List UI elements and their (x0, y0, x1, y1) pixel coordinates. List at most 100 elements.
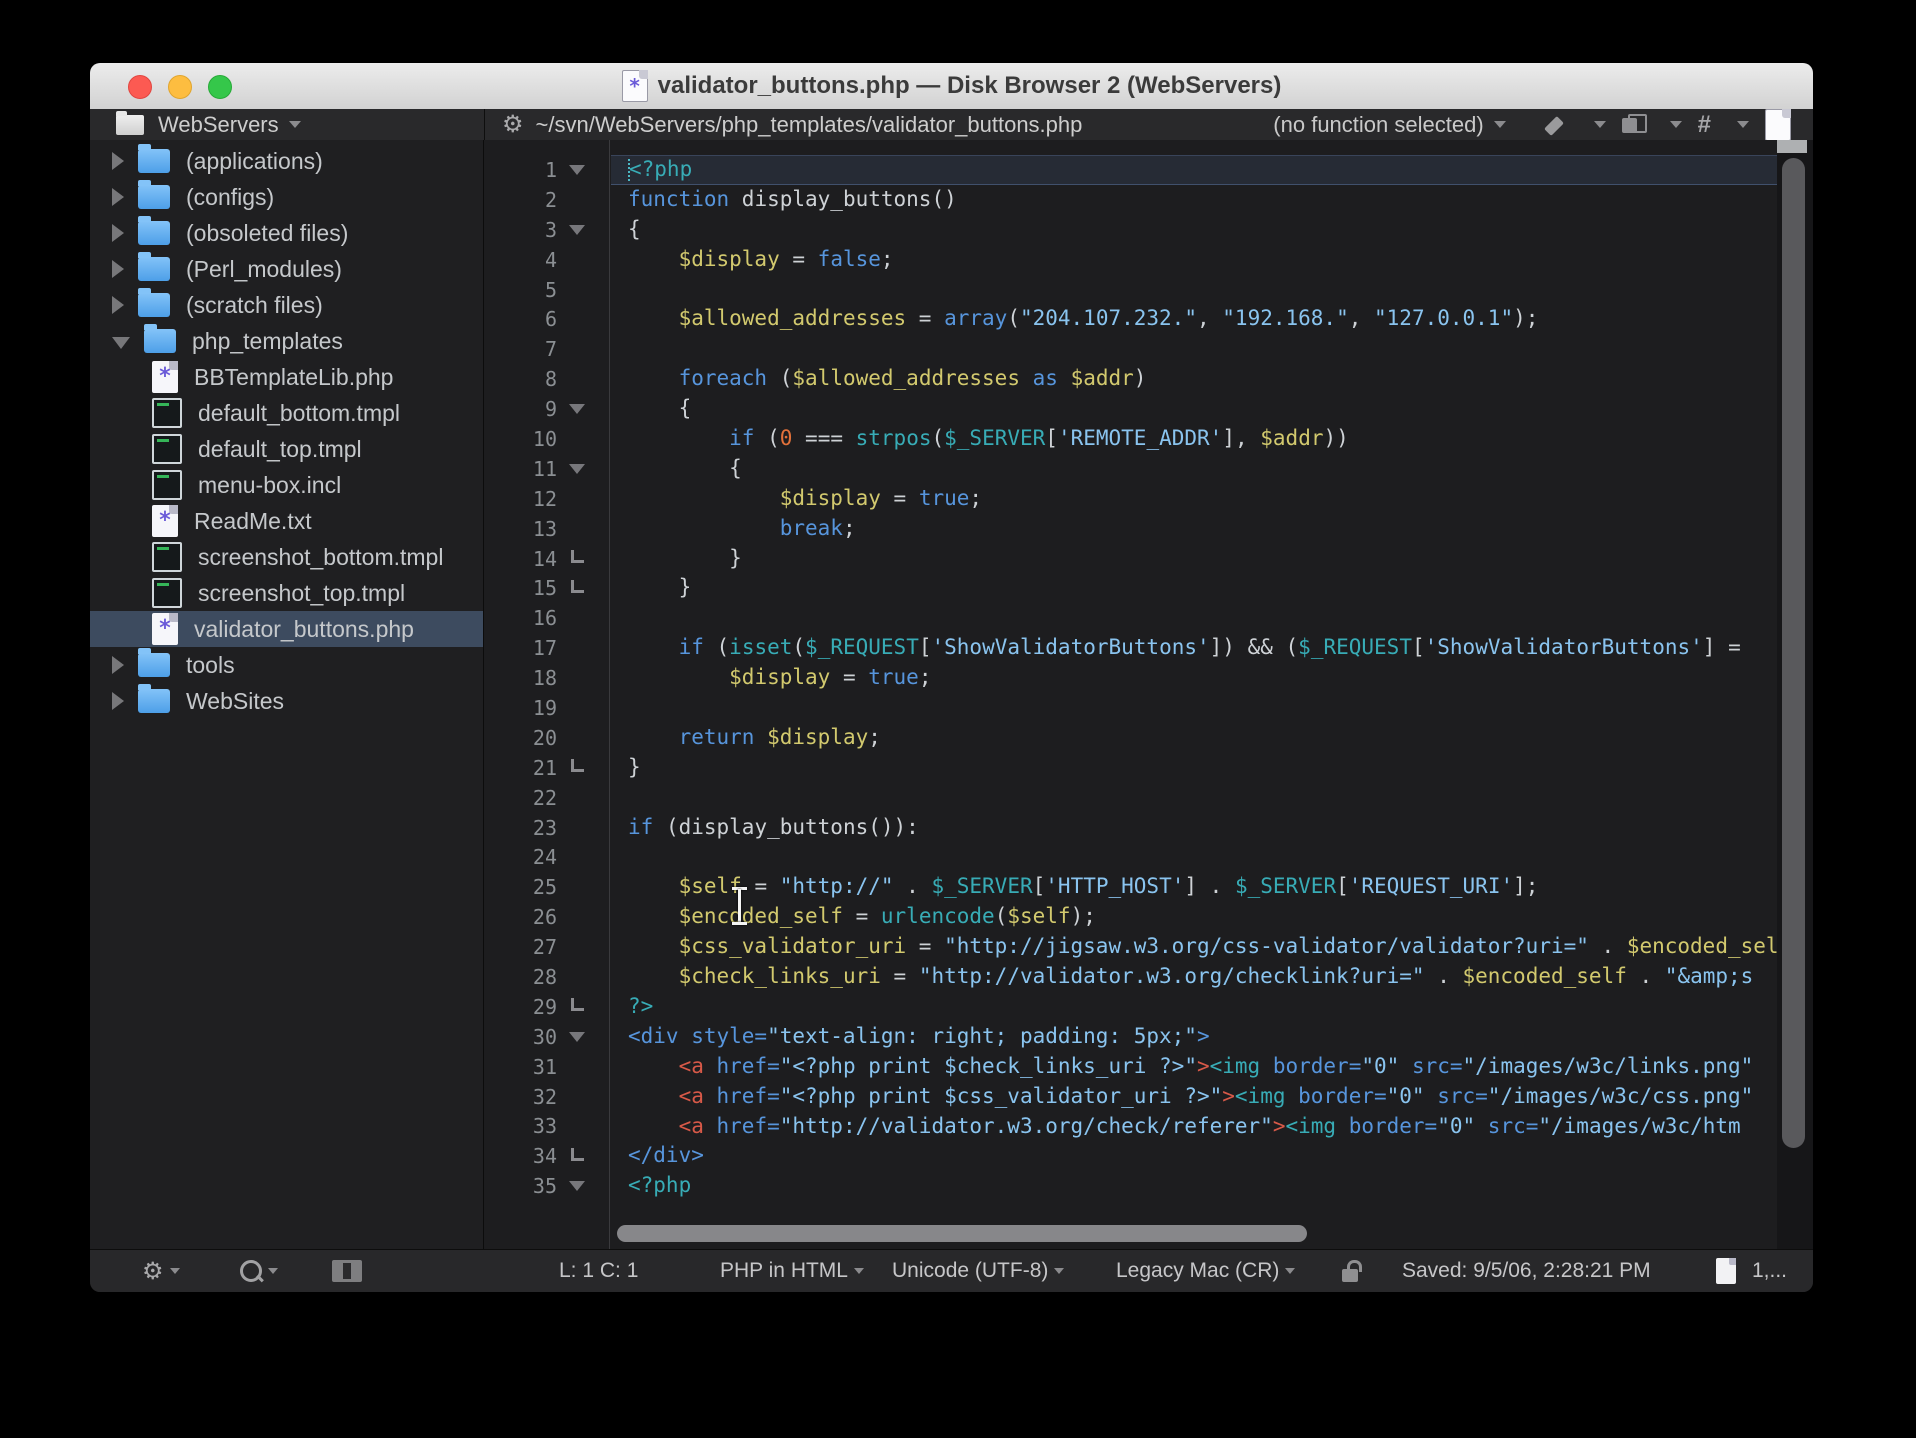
chevron-down-icon[interactable] (1594, 121, 1606, 128)
tree-item-php-templates[interactable]: php_templates (90, 323, 483, 359)
template-file-icon (152, 434, 182, 464)
code-line-28[interactable]: $check_links_uri = "http://validator.w3.… (611, 962, 1777, 992)
tree-item-label: screenshot_top.tmpl (198, 580, 405, 607)
code-line-17[interactable]: if (isset($_REQUEST['ShowValidatorButton… (611, 633, 1777, 663)
documents-stack-icon[interactable] (1622, 114, 1644, 136)
code-line-27[interactable]: $css_validator_uri = "http://jigsaw.w3.o… (611, 932, 1777, 962)
disclosure-triangle-icon[interactable] (112, 188, 124, 206)
code-line-15[interactable]: } (611, 573, 1777, 603)
chevron-down-icon (1494, 121, 1506, 128)
tree-item--applications-[interactable]: (applications) (90, 143, 483, 179)
status-gear-menu[interactable]: ⚙ (142, 1250, 180, 1292)
line-number: 6 (485, 307, 557, 331)
tree-item-screenshot-bottom-tmpl[interactable]: screenshot_bottom.tmpl (90, 539, 483, 575)
code-line-25[interactable]: $self = "http://" . $_SERVER['HTTP_HOST'… (611, 872, 1777, 902)
code-line-33[interactable]: <a href="http://validator.w3.org/check/r… (611, 1112, 1777, 1142)
function-selector[interactable]: (no function selected) (1273, 112, 1505, 138)
tree-item-default-bottom-tmpl[interactable]: default_bottom.tmpl (90, 395, 483, 431)
code-line-35[interactable]: <?php (611, 1171, 1777, 1201)
app-window: * validator_buttons.php — Disk Browser 2… (90, 63, 1813, 1292)
code-line-29[interactable]: ?> (611, 992, 1777, 1022)
fold-open-icon[interactable] (569, 225, 585, 235)
fold-open-icon[interactable] (569, 165, 585, 175)
tree-item-websites[interactable]: WebSites (90, 683, 483, 719)
gear-icon[interactable]: ⚙ (502, 110, 524, 139)
code-line-30[interactable]: <div style="text-align: right; padding: … (611, 1022, 1777, 1052)
disclosure-triangle-icon[interactable] (112, 337, 130, 349)
tree-item-readme-txt[interactable]: *ReadMe.txt (90, 503, 483, 539)
code-line-21[interactable]: } (611, 753, 1777, 783)
code-line-20[interactable]: return $display; (611, 723, 1777, 753)
tree-item-menu-box-incl[interactable]: menu-box.incl (90, 467, 483, 503)
chevron-down-icon[interactable] (1737, 121, 1749, 128)
disclosure-triangle-icon[interactable] (112, 224, 124, 242)
tree-item--scratch-files-[interactable]: (scratch files) (90, 287, 483, 323)
chevron-down-icon[interactable] (1670, 121, 1682, 128)
code-line-5[interactable] (611, 275, 1777, 305)
tree-item--perl-modules-[interactable]: (Perl_modules) (90, 251, 483, 287)
document-proxy-icon[interactable]: * (622, 70, 648, 102)
tree-item--obsoleted-files-[interactable]: (obsoleted files) (90, 215, 483, 251)
gutter-row: 21 (485, 753, 609, 783)
disclosure-triangle-icon[interactable] (112, 260, 124, 278)
tree-item-validator-buttons-php[interactable]: *validator_buttons.php (90, 611, 483, 647)
hash-menu-icon[interactable]: # (1698, 111, 1711, 139)
code-line-1[interactable]: <?php (611, 155, 1777, 185)
tree-item-label: WebSites (186, 688, 284, 715)
horizontal-scrollbar-thumb[interactable] (617, 1225, 1307, 1242)
code-line-14[interactable]: } (611, 544, 1777, 574)
sidebar-toggle[interactable] (332, 1250, 362, 1292)
root-selector[interactable]: WebServers (90, 109, 485, 140)
code-line-23[interactable]: if (display_buttons()): (611, 813, 1777, 843)
code-line-7[interactable] (611, 334, 1777, 364)
screenshot-stage: * validator_buttons.php — Disk Browser 2… (0, 0, 1916, 1438)
disclosure-triangle-icon[interactable] (112, 656, 124, 674)
gutter-row: 1 (485, 155, 609, 185)
line-ending-menu[interactable]: Legacy Mac (CR) (1116, 1250, 1295, 1292)
tree-item-bbtemplatelib-php[interactable]: *BBTemplateLib.php (90, 359, 483, 395)
vertical-scrollbar-track[interactable] (1777, 140, 1813, 1250)
code-line-31[interactable]: <a href="<?php print $check_links_uri ?>… (611, 1052, 1777, 1082)
tree-item-tools[interactable]: tools (90, 647, 483, 683)
fold-open-icon[interactable] (569, 1032, 585, 1042)
code-line-24[interactable] (611, 842, 1777, 872)
fold-open-icon[interactable] (569, 404, 585, 414)
fold-open-icon[interactable] (569, 1181, 585, 1191)
language-menu[interactable]: PHP in HTML (720, 1250, 864, 1292)
code-line-26[interactable]: $encoded_self = urlencode($self); (611, 902, 1777, 932)
code-line-9[interactable]: { (611, 394, 1777, 424)
gutter-row: 7 (485, 334, 609, 364)
gutter-row: 35 (485, 1171, 609, 1201)
code-line-32[interactable]: <a href="<?php print $css_validator_uri … (611, 1082, 1777, 1112)
code-line-2[interactable]: function display_buttons() (611, 185, 1777, 215)
code-line-3[interactable]: { (611, 215, 1777, 245)
tree-item--configs-[interactable]: (configs) (90, 179, 483, 215)
tree-item-screenshot-top-tmpl[interactable]: screenshot_top.tmpl (90, 575, 483, 611)
marker-pen-icon[interactable] (1546, 114, 1568, 136)
code-editor[interactable]: <?phpfunction display_buttons(){ $displa… (611, 140, 1777, 1250)
code-line-12[interactable]: $display = true; (611, 484, 1777, 514)
fold-open-icon[interactable] (569, 464, 585, 474)
code-line-6[interactable]: $allowed_addresses = array("204.107.232.… (611, 304, 1777, 334)
status-search-menu[interactable] (240, 1250, 278, 1292)
code-line-19[interactable] (611, 693, 1777, 723)
tree-item-default-top-tmpl[interactable]: default_top.tmpl (90, 431, 483, 467)
code-line-4[interactable]: $display = false; (611, 245, 1777, 275)
lock-toggle[interactable] (1342, 1250, 1358, 1292)
title-bar[interactable]: * validator_buttons.php — Disk Browser 2… (90, 63, 1813, 110)
tree-item-label: menu-box.incl (198, 472, 341, 499)
code-line-18[interactable]: $display = true; (611, 663, 1777, 693)
code-line-10[interactable]: if (0 === strpos($_SERVER['REMOTE_ADDR']… (611, 424, 1777, 454)
new-document-icon[interactable]: * (1765, 109, 1791, 141)
code-line-8[interactable]: foreach ($allowed_addresses as $addr) (611, 364, 1777, 394)
disclosure-triangle-icon[interactable] (112, 296, 124, 314)
code-line-11[interactable]: { (611, 454, 1777, 484)
vertical-scrollbar-thumb[interactable] (1782, 158, 1805, 1148)
code-line-13[interactable]: break; (611, 514, 1777, 544)
code-line-16[interactable] (611, 603, 1777, 633)
encoding-menu[interactable]: Unicode (UTF-8) (892, 1250, 1064, 1292)
disclosure-triangle-icon[interactable] (112, 692, 124, 710)
disclosure-triangle-icon[interactable] (112, 152, 124, 170)
code-line-22[interactable] (611, 783, 1777, 813)
code-line-34[interactable]: </div> (611, 1141, 1777, 1171)
